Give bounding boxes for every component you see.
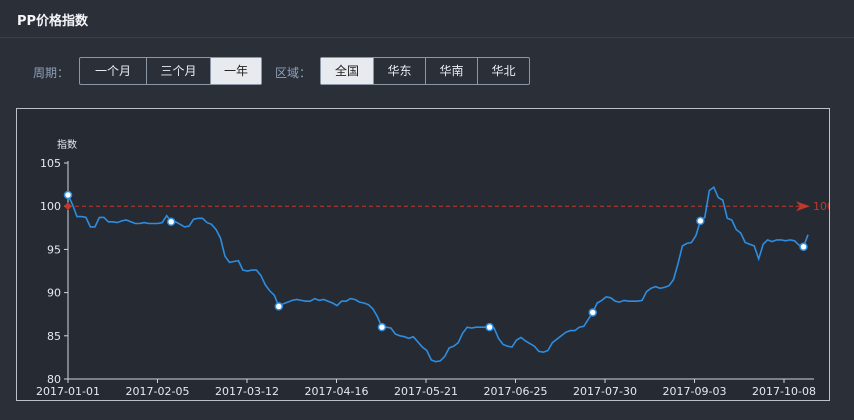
region-label: 区域：	[275, 66, 312, 80]
y-tick-label: 95	[47, 243, 61, 256]
region-button-south-china[interactable]: 华南	[425, 58, 477, 84]
region-button-group: 全国 华东 华南 华北	[320, 57, 530, 85]
x-tick-label: 2017-05-21	[394, 385, 458, 398]
data-point	[166, 217, 176, 227]
y-tick-label: 85	[47, 330, 61, 343]
filter-bar: 周期： 一个月 三个月 一年 区域： 全国 华东 华南 华北	[0, 57, 854, 87]
data-point	[588, 308, 597, 317]
x-tick-label: 2017-04-16	[305, 385, 369, 398]
data-point	[485, 322, 494, 332]
x-tick-label: 2017-07-30	[573, 385, 637, 398]
price-index-chart[interactable]: 指数808590951001052017-01-01 2017-02-05 2017…	[17, 109, 829, 400]
series-line	[67, 185, 809, 363]
period-button-three-months[interactable]: 三个月	[146, 58, 210, 84]
region-button-north-china[interactable]: 华北	[477, 58, 529, 84]
y-tick-label: 105	[40, 157, 61, 170]
y-tick-label: 100	[40, 200, 61, 213]
x-tick-label: 2017-03-12	[215, 385, 279, 398]
data-point	[377, 322, 387, 332]
data-point	[799, 242, 808, 252]
reference-line-label: 100	[813, 200, 829, 213]
reference-start-marker	[64, 202, 72, 211]
data-point	[696, 216, 705, 226]
region-button-nationwide[interactable]: 全国	[321, 58, 373, 84]
data-point	[63, 190, 73, 200]
page-title: PP价格指数	[17, 14, 89, 29]
chart-panel: 指数 80 85 90 95 100 105 2017-01-01 2017-02-05 2017…	[16, 108, 830, 401]
period-button-one-year[interactable]: 一年	[210, 58, 261, 84]
x-tick-label: 2017-02-05	[126, 385, 190, 398]
period-label: 周期：	[33, 66, 70, 80]
x-tick-label: 2017-10-08	[752, 385, 816, 398]
x-tick-label: 2017-01-01	[36, 385, 100, 398]
data-point	[274, 302, 284, 311]
period-button-group: 一个月 三个月 一年	[79, 57, 262, 85]
x-tick-label: 2017-09-03	[663, 385, 727, 398]
region-button-east-china[interactable]: 华东	[373, 58, 425, 84]
period-button-one-month[interactable]: 一个月	[80, 58, 146, 84]
panel-header: PP价格指数	[0, 0, 854, 38]
x-tick-label: 2017-06-25	[484, 385, 548, 398]
y-tick-label: 90	[47, 287, 61, 300]
y-axis-label: 指数	[57, 138, 77, 151]
